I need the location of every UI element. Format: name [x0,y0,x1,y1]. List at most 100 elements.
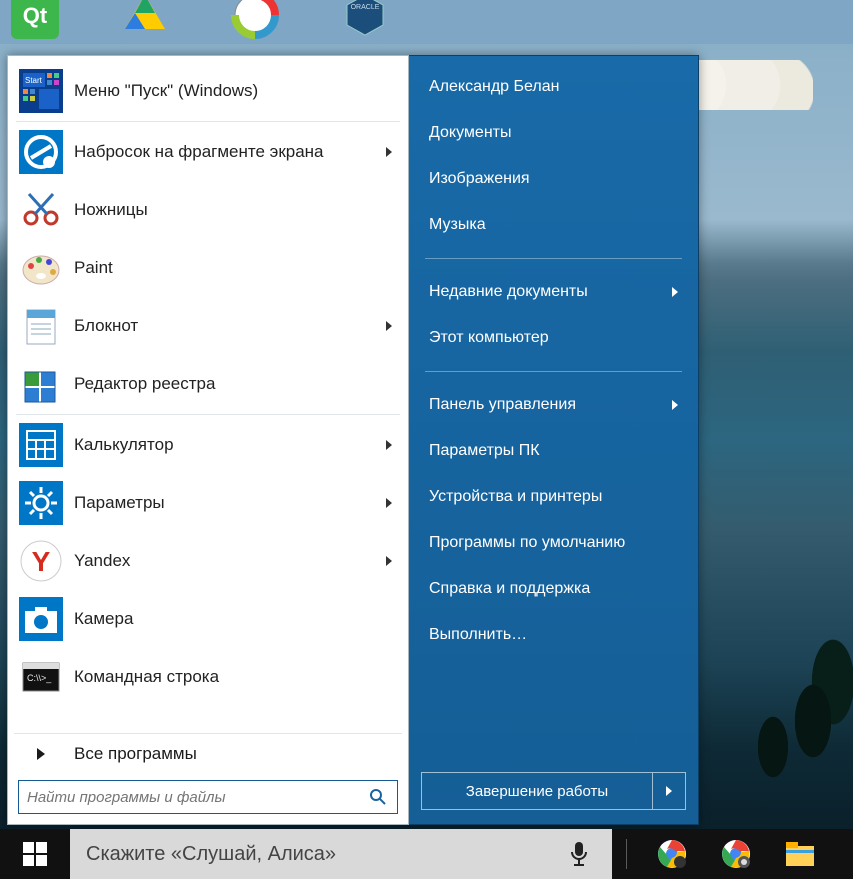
desktop-icon-drive[interactable] [120,0,170,40]
rp-label: Параметры ПК [429,442,540,460]
start-button[interactable] [0,829,70,879]
all-programs-button[interactable]: Все программы [14,733,402,774]
shutdown-button[interactable]: Завершение работы [421,772,653,810]
menu-item-label: Набросок на фрагменте экрана [74,142,324,162]
taskbar-pinned-apps [641,829,817,879]
menu-item-label: Параметры [74,493,165,513]
notepad-icon [18,303,64,349]
svg-text:Qt: Qt [23,3,48,28]
submenu-arrow-icon [386,440,392,450]
run-link[interactable]: Выполнить… [409,612,698,658]
submenu-arrow-icon [672,400,678,410]
desktop-icon-qt[interactable]: Qt [10,0,60,40]
submenu-arrow-icon [386,498,392,508]
divider [425,371,682,372]
menu-item-regedit[interactable]: Редактор реестра [14,355,402,413]
divider [425,258,682,259]
control-panel-link[interactable]: Панель управления [409,382,698,428]
cmd-icon: C:\\>_ [18,654,64,700]
start-tile-icon: Start [18,68,64,114]
search-input[interactable] [19,781,359,813]
submenu-arrow-icon [672,287,678,297]
shutdown-options-button[interactable] [653,772,686,810]
documents-link[interactable]: Документы [409,110,698,156]
menu-item-snip-sketch[interactable]: Набросок на фрагменте экрана [14,123,402,181]
calculator-icon [18,422,64,468]
desktop-icon-krita[interactable] [230,0,280,40]
desktop-icon-virtualbox[interactable]: ORACLE [340,0,390,40]
start-menu: Start Меню "Пуск" (Windows) Набросок на … [7,55,699,825]
scissors-icon [18,187,64,233]
menu-item-label: Paint [74,258,113,278]
taskbar-chrome-instance-2[interactable] [719,837,753,871]
taskbar: Скажите «Слушай, Алиса» [0,829,853,879]
menu-item-label: Калькулятор [74,435,174,455]
svg-text:ORACLE: ORACLE [351,4,380,11]
submenu-arrow-icon [386,321,392,331]
menu-item-label: Меню "Пуск" (Windows) [74,81,258,101]
menu-item-notepad[interactable]: Блокнот [14,297,402,355]
paint-icon [18,245,64,291]
menu-item-calculator[interactable]: Калькулятор [14,416,402,474]
music-link[interactable]: Музыка [409,202,698,248]
arrow-right-icon [37,748,45,760]
menu-item-yandex[interactable]: Y Yandex [14,532,402,590]
user-name-label: Александр Белан [429,78,559,96]
shutdown-row: Завершение работы [409,772,698,824]
microphone-icon[interactable] [568,840,590,868]
help-support-link[interactable]: Справка и поддержка [409,566,698,612]
submenu-arrow-icon [386,556,392,566]
rp-label: Документы [429,124,511,142]
menu-item-label: Камера [74,609,133,629]
menu-item-settings[interactable]: Параметры [14,474,402,532]
search-icon[interactable] [359,788,397,806]
svg-text:C:\\>_: C:\\>_ [27,673,52,683]
menu-item-cmd[interactable]: C:\\>_ Командная строка [14,648,402,706]
arrow-right-icon [666,786,672,796]
taskbar-chrome-instance-1[interactable] [655,837,689,871]
menu-item-label: Yandex [74,551,130,571]
desktop-icons-row: Qt ORACLE [10,0,390,40]
menu-item-label: Командная строка [74,667,219,687]
submenu-arrow-icon [386,147,392,157]
menu-item-start[interactable]: Start Меню "Пуск" (Windows) [14,62,402,120]
voice-search-bar[interactable]: Скажите «Слушай, Алиса» [70,829,612,879]
taskbar-file-explorer[interactable] [783,837,817,871]
this-pc-link[interactable]: Этот компьютер [409,315,698,361]
rp-label: Выполнить… [429,626,527,644]
rp-label: Программы по умолчанию [429,534,625,552]
start-menu-program-list: Start Меню "Пуск" (Windows) Набросок на … [14,62,402,731]
menu-item-snipping-tool[interactable]: Ножницы [14,181,402,239]
snip-sketch-icon [18,129,64,175]
start-menu-left-panel: Start Меню "Пуск" (Windows) Набросок на … [7,55,409,825]
rp-label: Справка и поддержка [429,580,590,598]
menu-item-label: Редактор реестра [74,374,215,394]
svg-text:Start: Start [25,76,43,85]
separator [16,414,400,415]
search-box [18,780,398,814]
recent-documents-link[interactable]: Недавние документы [409,269,698,315]
user-account-link[interactable]: Александр Белан [409,64,698,110]
menu-item-paint[interactable]: Paint [14,239,402,297]
svg-text:Y: Y [32,546,51,577]
rp-label: Этот компьютер [429,329,549,347]
start-menu-right-panel: Александр Белан Документы Изображения Му… [409,55,699,825]
rp-label: Изображения [429,170,530,188]
default-programs-link[interactable]: Программы по умолчанию [409,520,698,566]
devices-printers-link[interactable]: Устройства и принтеры [409,474,698,520]
voice-search-placeholder: Скажите «Слушай, Алиса» [86,843,336,866]
menu-item-camera[interactable]: Камера [14,590,402,648]
camera-icon [18,596,64,642]
menu-item-label: Ножницы [74,200,148,220]
yandex-icon: Y [18,538,64,584]
settings-gear-icon [18,480,64,526]
pc-settings-link[interactable]: Параметры ПК [409,428,698,474]
separator [16,121,400,122]
rp-label: Панель управления [429,396,576,414]
rp-label: Устройства и принтеры [429,488,602,506]
all-programs-label: Все программы [74,744,197,764]
pictures-link[interactable]: Изображения [409,156,698,202]
shutdown-label: Завершение работы [466,783,608,800]
search-row [14,774,402,818]
rp-label: Музыка [429,216,486,234]
